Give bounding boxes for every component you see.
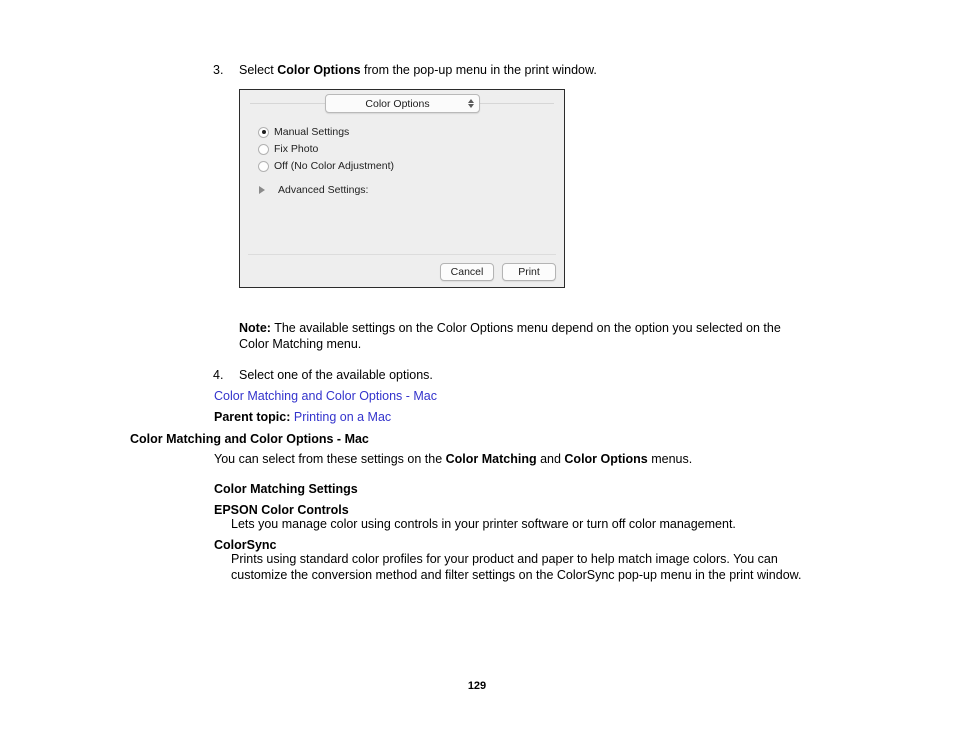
hairline-right xyxy=(476,103,554,104)
disclosure-triangle-icon[interactable] xyxy=(259,186,271,194)
step-3-text-before: Select xyxy=(239,63,278,77)
color-options-radio-group: Manual Settings Fix Photo Off (No Color … xyxy=(258,124,394,198)
intro-part-b: Color Matching xyxy=(445,452,537,466)
radio-label: Off (No Color Adjustment) xyxy=(274,160,395,172)
radio-option-off-no-color-adjustment[interactable]: Off (No Color Adjustment) xyxy=(258,158,394,174)
color-options-popup-menu[interactable]: Color Options xyxy=(325,94,480,113)
page-number: 129 xyxy=(467,680,487,692)
step-3-bold: Color Options xyxy=(277,63,361,77)
definition-term-colorsync: ColorSync xyxy=(214,538,277,552)
step-3: 3. Select Color Options from the pop-up … xyxy=(213,62,597,78)
parent-topic-line: Parent topic: Printing on a Mac xyxy=(214,410,391,426)
radio-icon[interactable] xyxy=(258,143,269,155)
radio-icon-selected[interactable] xyxy=(258,126,269,138)
subheading-color-matching-settings: Color Matching Settings xyxy=(214,482,358,496)
intro-part-a: You can select from these settings on th… xyxy=(214,452,446,466)
dialog-button-bar: Cancel Print xyxy=(440,263,556,281)
advanced-settings-disclosure[interactable]: Advanced Settings: xyxy=(258,182,394,198)
step-4-text: Select one of the available options. xyxy=(239,368,433,382)
step-3-text-after: from the pop-up menu in the print window… xyxy=(360,63,597,77)
document-page: 3. Select Color Options from the pop-up … xyxy=(0,0,954,738)
radio-label: Fix Photo xyxy=(274,143,319,155)
step-4: 4. Select one of the available options. xyxy=(213,367,433,383)
section-intro: You can select from these settings on th… xyxy=(214,452,814,468)
hairline-left xyxy=(250,103,328,104)
cancel-button[interactable]: Cancel xyxy=(440,263,494,281)
radio-icon[interactable] xyxy=(258,160,269,172)
note-text: The available settings on the Color Opti… xyxy=(239,321,781,351)
link-color-matching-and-color-options-mac[interactable]: Color Matching and Color Options - Mac xyxy=(214,389,437,403)
related-link-line: Color Matching and Color Options - Mac xyxy=(214,389,437,405)
radio-option-fix-photo[interactable]: Fix Photo xyxy=(258,141,394,157)
up-down-chevron-icon xyxy=(463,99,479,108)
parent-topic-label: Parent topic: xyxy=(214,410,291,424)
intro-part-d: Color Options xyxy=(564,452,648,466)
dialog-popup-bar: Color Options xyxy=(240,90,564,117)
print-button[interactable]: Print xyxy=(502,263,556,281)
note-paragraph: Note: The available settings on the Colo… xyxy=(239,321,814,352)
advanced-settings-label: Advanced Settings: xyxy=(278,184,369,196)
intro-part-c: and xyxy=(536,452,565,466)
definition-desc-colorsync: Prints using standard color profiles for… xyxy=(231,552,802,582)
print-dialog-figure: Color Options Manual Settings Fix Photo … xyxy=(239,89,565,288)
definition-term-epson-color-controls: EPSON Color Controls xyxy=(214,503,349,517)
radio-label: Manual Settings xyxy=(274,126,350,138)
note-label: Note: xyxy=(239,321,271,335)
intro-part-e: menus. xyxy=(647,452,693,466)
section-heading: Color Matching and Color Options - Mac xyxy=(130,432,369,446)
step-3-number: 3. xyxy=(213,63,224,77)
step-4-number: 4. xyxy=(213,368,224,382)
dialog-separator xyxy=(248,254,556,255)
definition-desc-epson-color-controls: Lets you manage color using controls in … xyxy=(231,517,736,531)
popup-menu-label: Color Options xyxy=(365,97,430,110)
link-printing-on-a-mac[interactable]: Printing on a Mac xyxy=(294,410,391,424)
radio-option-manual-settings[interactable]: Manual Settings xyxy=(258,124,394,140)
step-3-text: Select Color Options from the pop-up men… xyxy=(239,62,597,78)
